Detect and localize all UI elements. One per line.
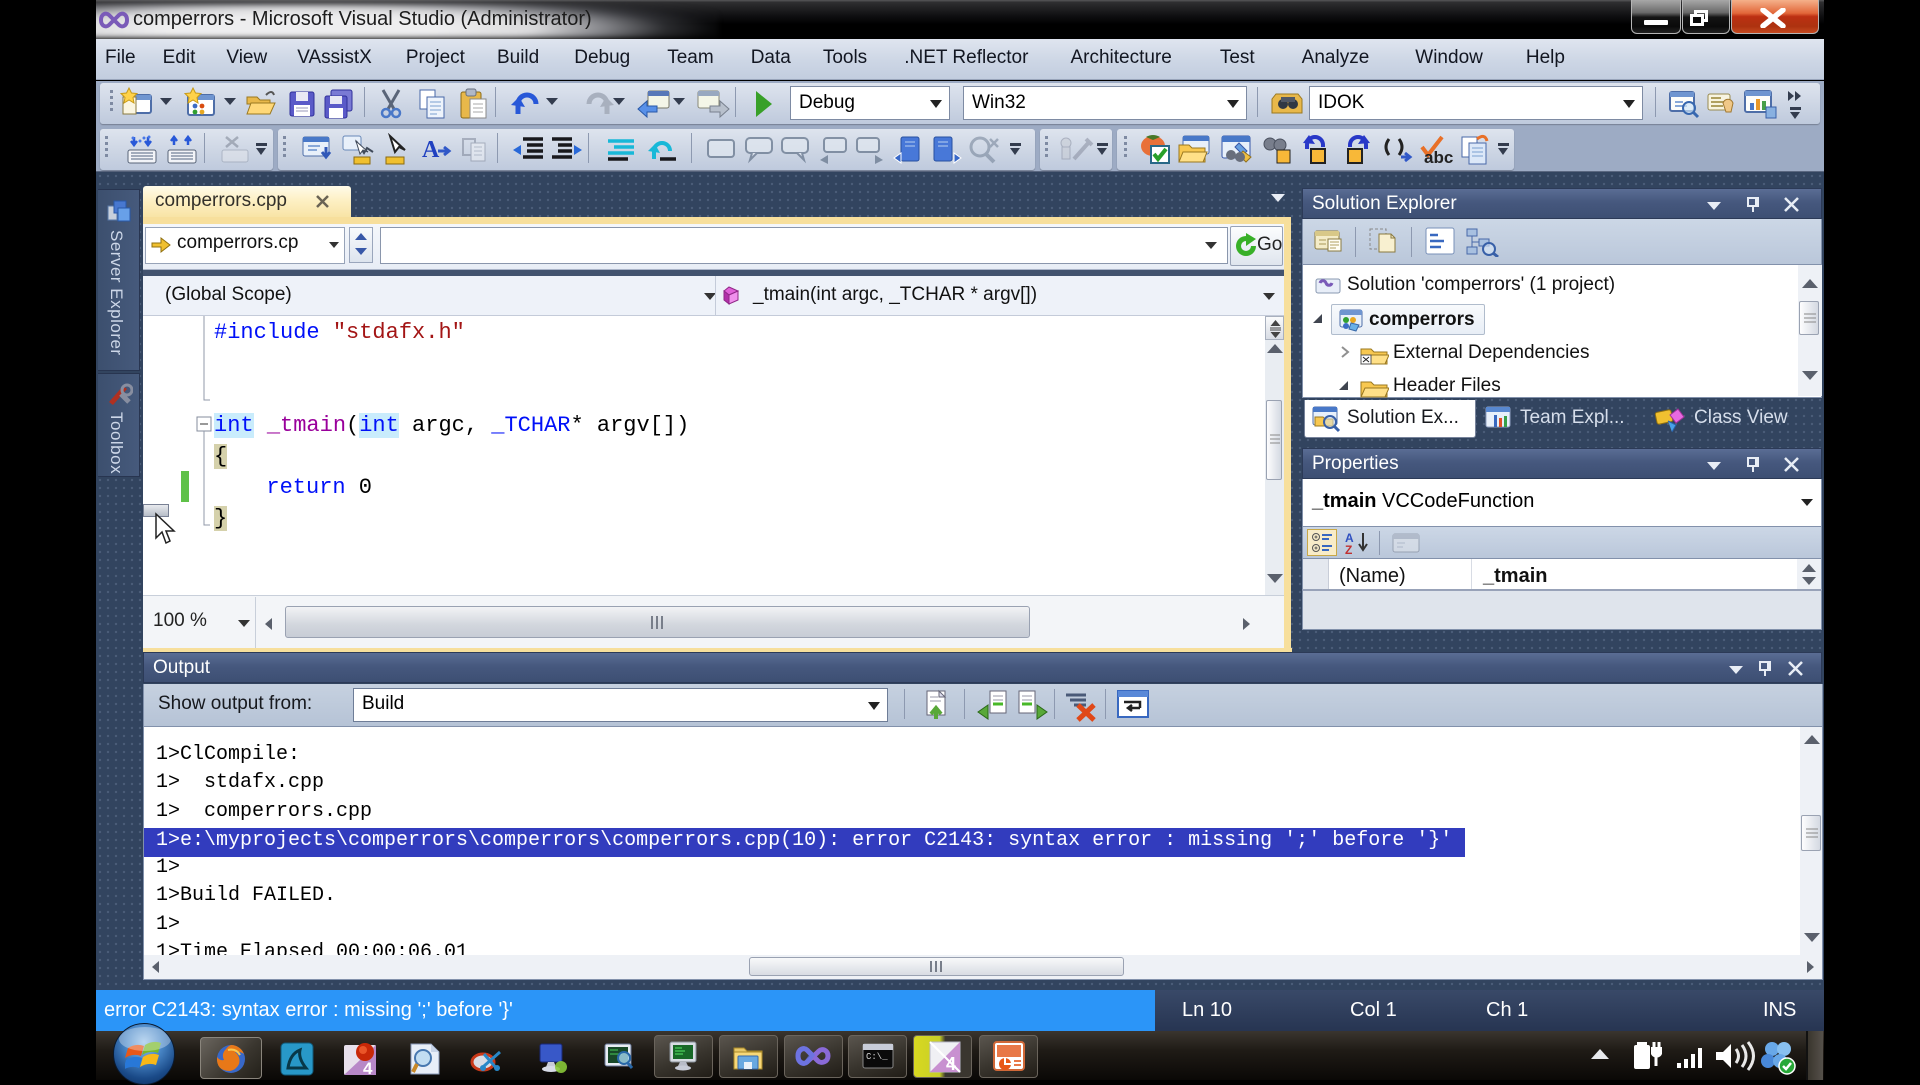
svg-text:Z: Z (1345, 543, 1352, 555)
svg-text:abc: abc (1424, 148, 1453, 167)
svg-text:C:\_: C:\_ (866, 1052, 888, 1062)
svg-text:4: 4 (363, 1059, 373, 1076)
svg-text:A: A (422, 137, 440, 163)
svg-text:4: 4 (946, 1054, 956, 1074)
